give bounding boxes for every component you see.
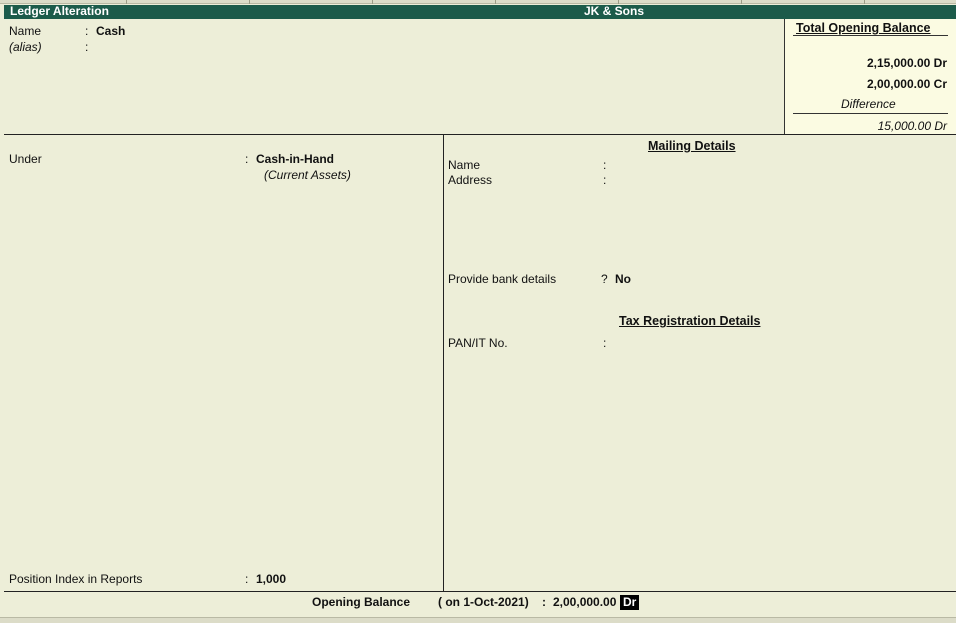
tax-registration-heading: Tax Registration Details (619, 314, 761, 328)
pan-field[interactable] (614, 336, 944, 350)
position-index-field[interactable]: 1,000 (256, 572, 286, 586)
total-opening-balance-panel: Total Opening Balance 2,15,000.00 Dr 2,0… (784, 19, 956, 134)
opening-balance-label: Opening Balance (312, 595, 411, 609)
mailing-details-heading: Mailing Details (648, 139, 736, 153)
strip-divider (741, 0, 742, 4)
opening-balance-colon: : (542, 595, 546, 609)
strip-divider (126, 0, 127, 4)
bank-details-label: Provide bank details (448, 272, 557, 286)
address-label: Address (448, 173, 493, 187)
under-parent-group: (Current Assets) (264, 168, 351, 182)
strip-divider (249, 0, 250, 4)
title-underline (793, 35, 948, 36)
opening-balance-date: ( on 1-Oct-2021) (438, 595, 529, 609)
total-debit-value: 2,15,000.00 Dr (866, 56, 947, 70)
address-field[interactable] (614, 173, 944, 187)
strip-divider (495, 0, 496, 4)
mailing-name-colon: : (603, 158, 607, 172)
header-divider (4, 134, 956, 135)
name-colon: : (85, 24, 89, 38)
screen-title: Ledger Alteration (10, 4, 109, 18)
address-colon: : (603, 173, 607, 187)
total-credit-value: 2,00,000.00 Cr (866, 77, 947, 91)
footer-divider (4, 591, 956, 592)
difference-divider (793, 113, 948, 114)
top-button-strip (0, 0, 956, 4)
pan-label: PAN/IT No. (448, 336, 508, 350)
bank-details-question-mark: ? (601, 272, 608, 286)
bottom-button-strip (0, 617, 956, 623)
under-label: Under (9, 152, 42, 166)
strip-divider (372, 0, 373, 4)
ledger-name-field[interactable]: Cash (96, 24, 125, 38)
opening-balance-amount-field[interactable]: 2,00,000.00 (553, 595, 616, 609)
under-colon: : (245, 152, 249, 166)
pan-colon: : (603, 336, 607, 350)
dr-cr-selector[interactable]: Dr (620, 595, 640, 610)
panel-divider (443, 134, 444, 591)
position-index-colon: : (245, 572, 249, 586)
difference-label: Difference (841, 97, 896, 111)
ledger-alteration-screen: Ledger Alteration JK & Sons Name : Cash … (0, 0, 956, 623)
position-index-label: Position Index in Reports (9, 572, 143, 586)
alias-colon: : (85, 40, 89, 54)
bank-details-toggle[interactable]: No (615, 272, 631, 286)
name-label: Name (9, 24, 42, 38)
company-name: JK & Sons (584, 4, 645, 18)
strip-divider (864, 0, 865, 4)
total-opening-balance-title: Total Opening Balance (796, 21, 931, 35)
difference-value: 15,000.00 Dr (877, 119, 947, 133)
mailing-name-label: Name (448, 158, 481, 172)
alias-label: (alias) (9, 40, 42, 54)
mailing-name-field[interactable] (614, 158, 944, 172)
alias-field[interactable] (96, 40, 396, 54)
title-bar: Ledger Alteration JK & Sons (4, 4, 956, 19)
under-group-field[interactable]: Cash-in-Hand (256, 152, 334, 166)
